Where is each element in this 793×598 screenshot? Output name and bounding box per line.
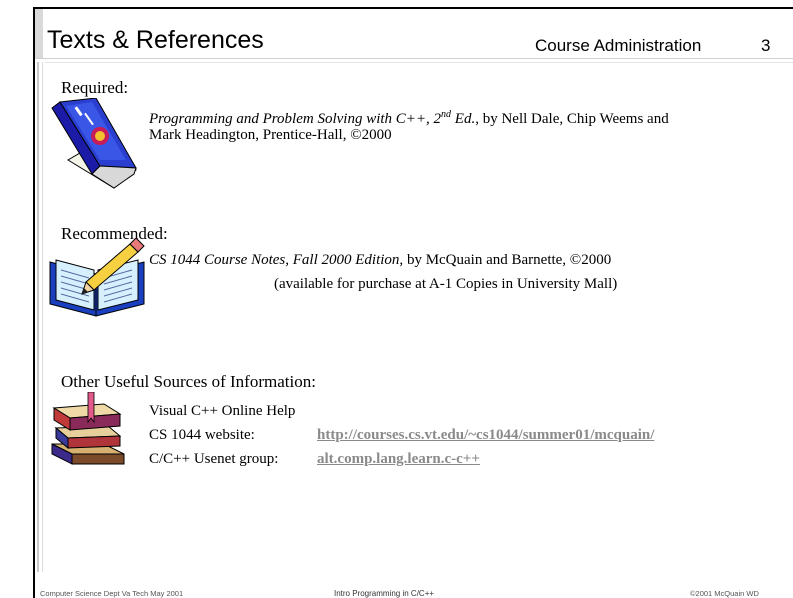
footer-center: Intro Programming in C/C++ <box>334 589 435 598</box>
other-item-online-help: Visual C++ Online Help <box>149 403 296 419</box>
book-stack-icon <box>51 392 125 465</box>
recommended-notes-authors: by McQuain and Barnette, ©2000 <box>403 252 612 268</box>
footer-right: ©2001 McQuain WD <box>690 589 759 598</box>
page-title: Texts & References <box>47 26 264 54</box>
required-authors-line1: , by Nell Dale, Chip Weems and <box>475 111 669 127</box>
website-link-wrapper: http://courses.cs.vt.edu/~cs1044/summer0… <box>317 425 654 445</box>
content-left-bar <box>37 62 39 572</box>
section-label: Course Administration <box>535 36 702 55</box>
required-edition-superscript: nd <box>441 109 452 120</box>
website-label: CS 1044 website: <box>149 427 255 443</box>
title-shade-bar <box>35 9 43 58</box>
usenet-label: C/C++ Usenet group: <box>149 451 279 467</box>
usenet-group-link[interactable]: alt.comp.lang.learn.c-c++ <box>317 451 480 467</box>
required-authors-line2: Mark Headington, Prentice-Hall, ©2000 <box>149 127 392 143</box>
footer-left: Computer Science Dept Va Tech May 2001 <box>40 589 184 598</box>
title-underline <box>35 58 793 59</box>
required-heading: Required: <box>61 78 129 97</box>
required-edition-text: Ed. <box>451 111 476 127</box>
book-icon <box>51 98 137 189</box>
open-book-pencil-icon <box>49 238 145 317</box>
recommended-notes-title: CS 1044 Course Notes, Fall 2000 Edition, <box>149 252 404 268</box>
usenet-link-wrapper: alt.comp.lang.learn.c-c++ <box>317 449 480 469</box>
course-website-link[interactable]: http://courses.cs.vt.edu/~cs1044/summer0… <box>317 427 654 443</box>
frame-left-rule <box>33 7 35 598</box>
recommended-availability: (available for purchase at A-1 Copies in… <box>274 276 618 292</box>
frame-top-rule <box>33 7 793 9</box>
recommended-notes-entry: CS 1044 Course Notes, Fall 2000 Edition,… <box>149 250 611 270</box>
title-underline-secondary <box>45 62 793 63</box>
other-sources-heading: Other Useful Sources of Information: <box>61 372 316 391</box>
content-left-bar-secondary <box>42 62 43 572</box>
page-number: 3 <box>761 36 771 55</box>
